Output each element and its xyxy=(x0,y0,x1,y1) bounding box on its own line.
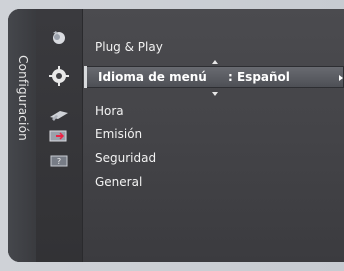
scroll-up-caret-icon xyxy=(212,60,218,64)
menu-item-menu-language[interactable]: Idioma de menú xyxy=(98,66,207,88)
menu-item-plug-play[interactable]: Plug & Play xyxy=(95,38,163,56)
support-icon[interactable]: ? xyxy=(48,152,70,170)
menu-language-value[interactable]: : Español xyxy=(228,66,290,88)
menu-item-security[interactable]: Seguridad xyxy=(95,149,156,167)
icon-column: ? xyxy=(36,9,83,262)
menu-item-label: Seguridad xyxy=(95,151,157,165)
menu-item-label: General xyxy=(95,175,143,189)
menu-item-time[interactable]: Hora xyxy=(95,102,124,120)
menu-item-label: Plug & Play xyxy=(95,40,163,54)
selected-row-indicator xyxy=(84,66,87,88)
scroll-down-caret-icon xyxy=(212,92,218,96)
svg-text:?: ? xyxy=(57,157,61,166)
menu-item-label: Hora xyxy=(95,104,124,118)
setup-gear-icon[interactable] xyxy=(48,66,70,86)
category-tab: Configuración xyxy=(8,9,36,262)
category-title: Configuración xyxy=(16,55,30,141)
menu-item-broadcast[interactable]: Emisión xyxy=(95,125,142,143)
chevron-right-icon xyxy=(339,75,343,81)
input-icon[interactable] xyxy=(48,127,70,145)
menu-item-general[interactable]: General xyxy=(95,173,142,191)
menu-item-label: Emisión xyxy=(95,127,143,141)
picture-icon[interactable] xyxy=(48,29,70,47)
channel-antenna-icon[interactable] xyxy=(48,106,70,124)
